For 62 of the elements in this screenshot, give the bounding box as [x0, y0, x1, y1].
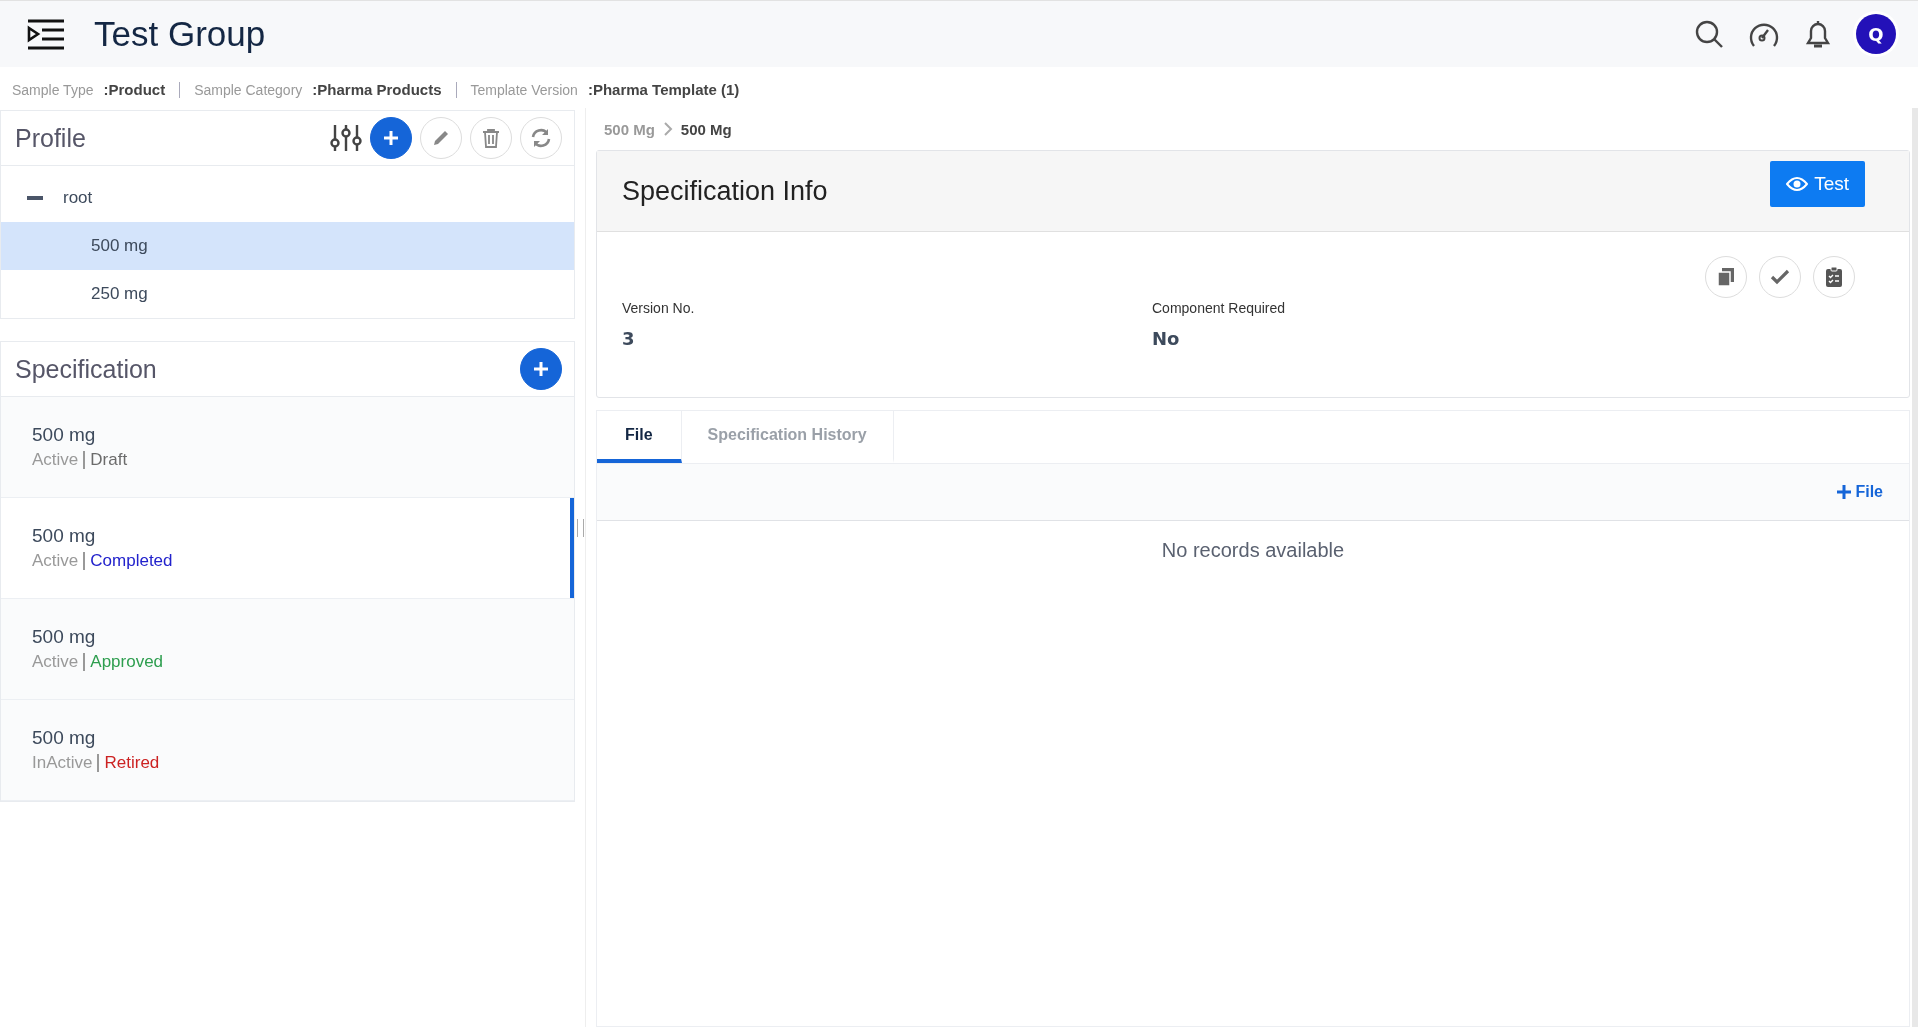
plus-icon: [382, 129, 400, 147]
specification-item[interactable]: 500 mg Active Draft: [1, 397, 574, 498]
tree-item[interactable]: root: [1, 174, 574, 222]
pencil-icon: [431, 128, 451, 148]
chevron-icon: [662, 122, 673, 136]
meta-value: :Product: [103, 81, 166, 98]
sliders-icon[interactable]: [330, 123, 362, 153]
plus-icon: [532, 360, 550, 378]
item-status: Draft: [90, 450, 128, 470]
card-title: Specification Info: [622, 175, 828, 207]
eye-icon: [1786, 176, 1809, 192]
meta-value: :Pharma Products: [312, 81, 442, 98]
breadcrumb-item: 500 Mg: [680, 120, 732, 138]
specification-item[interactable]: 500 mg InActive Retired: [1, 700, 574, 801]
field-label: Component Required: [1152, 300, 1287, 316]
delete-button[interactable]: [470, 117, 512, 159]
item-state: Active: [32, 551, 79, 571]
user-avatar[interactable]: Q: [1856, 14, 1896, 54]
plus-icon: [1837, 485, 1852, 499]
meta-value: :Pharma Template (1): [587, 81, 740, 98]
field-value: No: [1152, 328, 1181, 349]
item-state: Active: [32, 652, 79, 672]
item-name: 500 mg: [32, 727, 97, 749]
clipboard-button[interactable]: [1813, 256, 1855, 298]
specification-item[interactable]: 500 mg Active Completed: [1, 498, 574, 599]
panel-title: Profile: [15, 123, 86, 153]
item-status: Retired: [104, 753, 160, 773]
field-label: Version No.: [622, 300, 696, 316]
tab[interactable]: File: [597, 411, 682, 463]
item-state: Active: [32, 450, 79, 470]
check-button[interactable]: [1759, 256, 1801, 298]
menu-icon[interactable]: [26, 18, 66, 50]
field-value: 3: [622, 328, 636, 349]
meta-label: Sample Category: [194, 81, 303, 98]
clipboard-icon: [1825, 266, 1843, 288]
item-name: 500 mg: [32, 424, 97, 446]
refresh-icon: [530, 127, 552, 149]
item-name: 500 mg: [32, 626, 97, 648]
check-icon: [1770, 269, 1790, 285]
meta-label: Sample Type: [12, 81, 94, 98]
tree-item[interactable]: 500 mg: [1, 222, 574, 270]
test-button[interactable]: Test: [1770, 161, 1865, 207]
add-button[interactable]: [370, 117, 412, 159]
empty-message: No records available: [1161, 538, 1345, 562]
page-title: Test Group: [94, 14, 266, 54]
copy-icon: [1717, 267, 1735, 287]
panel-title: Specification: [15, 354, 157, 384]
item-name: 500 mg: [32, 525, 97, 547]
search-icon[interactable]: [1694, 19, 1724, 49]
item-status: Approved: [90, 652, 164, 672]
trash-icon: [482, 128, 500, 148]
add-file-button[interactable]: File: [1831, 482, 1889, 502]
copy-button[interactable]: [1705, 256, 1747, 298]
item-status: Completed: [90, 551, 173, 571]
tree-item[interactable]: 250 mg: [1, 270, 574, 318]
refresh-button[interactable]: [520, 117, 562, 159]
specification-item[interactable]: 500 mg Active Approved: [1, 599, 574, 700]
bell-icon[interactable]: [1804, 18, 1832, 50]
add-button[interactable]: [520, 348, 562, 390]
edit-button[interactable]: [420, 117, 462, 159]
item-state: InActive: [32, 753, 93, 773]
meta-label: Template Version: [470, 81, 578, 98]
